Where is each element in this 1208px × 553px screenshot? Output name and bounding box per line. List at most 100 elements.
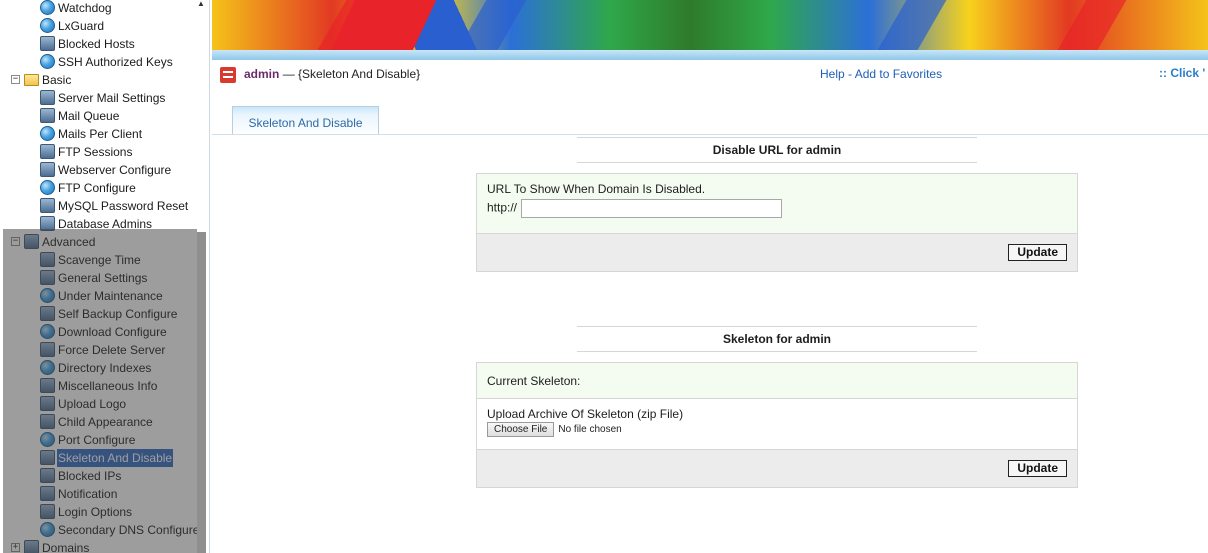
blocked-ips-icon [40, 468, 55, 483]
blocked-hosts-icon [40, 36, 55, 51]
globe-icon [40, 126, 55, 141]
sidebar-item-watchdog[interactable]: Watchdog [40, 0, 113, 17]
sidebar-item-label: Blocked IPs [58, 469, 122, 483]
sidebar-item-miscellaneous-info[interactable]: Miscellaneous Info [40, 377, 158, 395]
sidebar-item-mysql-password-reset[interactable]: MySQL Password Reset [40, 197, 189, 215]
breadcrumb-user[interactable]: admin [244, 67, 279, 81]
add-to-favorites-link[interactable]: Add to Favorites [855, 67, 942, 81]
sidebar-item-label: Directory Indexes [58, 361, 152, 375]
sidebar-item-label: Domains [42, 541, 90, 553]
sidebar-item-basic[interactable]: − Basic [11, 71, 72, 89]
current-skeleton-label: Current Skeleton: [487, 374, 581, 388]
sidebar-item-ftp-configure[interactable]: FTP Configure [40, 179, 137, 197]
expander-icon[interactable]: − [11, 75, 20, 84]
tree-scrollbar[interactable] [197, 232, 206, 553]
sidebar-item-label: Login Options [58, 505, 133, 519]
upload-skeleton-label: Upload Archive Of Skeleton (zip File) [487, 407, 684, 421]
sidebar-item-label: Secondary DNS Configure [58, 523, 200, 537]
disable-url-input[interactable] [521, 199, 783, 218]
sidebar-item-secondary-dns-configure[interactable]: Secondary DNS Configure [40, 521, 200, 539]
sidebar-item-under-maintenance[interactable]: Under Maintenance [40, 287, 164, 305]
mysql-icon [40, 198, 55, 213]
globe-icon [40, 324, 55, 339]
header-banner [212, 0, 1208, 50]
domains-icon [24, 540, 39, 553]
disable-update-button[interactable]: Update [1008, 244, 1067, 261]
sidebar-item-label: Self Backup Configure [58, 307, 178, 321]
sidebar-item-upload-logo[interactable]: Upload Logo [40, 395, 127, 413]
upload-icon [40, 396, 55, 411]
login-icon [40, 504, 55, 519]
sidebar-item-label: Miscellaneous Info [58, 379, 158, 393]
sidebar-item-label: Skeleton And Disable [57, 449, 174, 467]
sidebar-item-label: Port Configure [58, 433, 136, 447]
sidebar-item-database-admins[interactable]: Database Admins [40, 215, 153, 233]
sidebar-item-label: Scavenge Time [58, 253, 141, 267]
expander-icon[interactable]: − [11, 237, 20, 246]
tab-skeleton-and-disable[interactable]: Skeleton And Disable [232, 106, 379, 135]
no-file-text: No file chosen [558, 424, 622, 436]
sidebar-item-login-options[interactable]: Login Options [40, 503, 133, 521]
banner-stripe [317, 0, 387, 50]
sidebar-item-label: Notification [58, 487, 118, 501]
sidebar-item-domains[interactable]: + Domains [11, 539, 90, 553]
sidebar-item-label: Basic [42, 73, 72, 87]
webserver-icon [40, 162, 55, 177]
globe-icon [40, 54, 55, 69]
mail-queue-icon [40, 108, 55, 123]
sidebar-item-blocked-ips[interactable]: Blocked IPs [40, 467, 122, 485]
ftp-sessions-icon [40, 144, 55, 159]
folder-icon [24, 74, 39, 86]
sidebar-item-directory-indexes[interactable]: Directory Indexes [40, 359, 152, 377]
sidebar-item-self-backup-configure[interactable]: Self Backup Configure [40, 305, 178, 323]
globe-icon [40, 522, 55, 537]
banner-stripe [877, 0, 947, 50]
sidebar-item-label: MySQL Password Reset [58, 199, 189, 213]
sidebar-item-ssh-authorized-keys[interactable]: SSH Authorized Keys [40, 53, 174, 71]
sidebar-item-force-delete-server[interactable]: Force Delete Server [40, 341, 166, 359]
appearance-icon [40, 414, 55, 429]
sidebar-item-label: FTP Sessions [58, 145, 133, 159]
expander-icon[interactable]: + [11, 543, 20, 552]
sidebar-item-mails-per-client[interactable]: Mails Per Client [40, 125, 143, 143]
scroll-up-arrow-icon[interactable]: ▲ [195, 0, 207, 9]
sidebar-item-mail-queue[interactable]: Mail Queue [40, 107, 120, 125]
sidebar-item-general-settings[interactable]: General Settings [40, 269, 148, 287]
breadcrumb-page: {Skeleton And Disable} [298, 67, 421, 81]
upload-skeleton-row: Upload Archive Of Skeleton (zip File) Ch… [477, 399, 1077, 450]
sidebar-item-child-appearance[interactable]: Child Appearance [40, 413, 154, 431]
mail-settings-icon [40, 90, 55, 105]
sidebar-item-webserver-configure[interactable]: Webserver Configure [40, 161, 172, 179]
choose-file-button[interactable]: Choose File [487, 422, 555, 438]
backup-icon [40, 306, 55, 321]
page-header: admin — {Skeleton And Disable} Help - Ad… [212, 60, 1208, 90]
sidebar-item-label: SSH Authorized Keys [58, 55, 173, 69]
disable-url-label: URL To Show When Domain Is Disabled. [487, 182, 706, 196]
disable-url-row: URL To Show When Domain Is Disabled. htt… [477, 174, 1077, 234]
sidebar-item-label: Server Mail Settings [58, 91, 166, 105]
skeleton-actions: Update [477, 450, 1077, 487]
sidebar-item-blocked-hosts[interactable]: Blocked Hosts [40, 35, 136, 53]
skeleton-icon [40, 450, 55, 465]
sidebar-item-lxguard[interactable]: LxGuard [40, 17, 105, 35]
click-link[interactable]: :: Click ' [1159, 66, 1205, 80]
sidebar-item-advanced[interactable]: − Advanced [11, 233, 96, 251]
sidebar-item-notification[interactable]: Notification [40, 485, 118, 503]
sidebar-item-scavenge-time[interactable]: Scavenge Time [40, 251, 142, 269]
help-link[interactable]: Help [820, 67, 845, 81]
help-separator: - [844, 67, 855, 81]
sidebar-item-server-mail-settings[interactable]: Server Mail Settings [40, 89, 166, 107]
globe-icon [40, 0, 55, 15]
sidebar-tree: ▲ Watchdog LxGuard Blocked Hosts SSH Author… [0, 0, 210, 553]
sidebar-item-label: General Settings [58, 271, 148, 285]
sidebar-item-ftp-sessions[interactable]: FTP Sessions [40, 143, 133, 161]
current-skeleton-row: Current Skeleton: [477, 363, 1077, 399]
file-input: Choose File No file chosen [487, 422, 1067, 438]
skeleton-update-button[interactable]: Update [1008, 460, 1067, 477]
globe-icon [40, 288, 55, 303]
globe-icon [40, 432, 55, 447]
sidebar-item-port-configure[interactable]: Port Configure [40, 431, 136, 449]
skeleton-panel: Current Skeleton: Upload Archive Of Skel… [476, 362, 1078, 488]
sidebar-item-skeleton-and-disable[interactable]: Skeleton And Disable [40, 449, 174, 467]
sidebar-item-download-configure[interactable]: Download Configure [40, 323, 168, 341]
